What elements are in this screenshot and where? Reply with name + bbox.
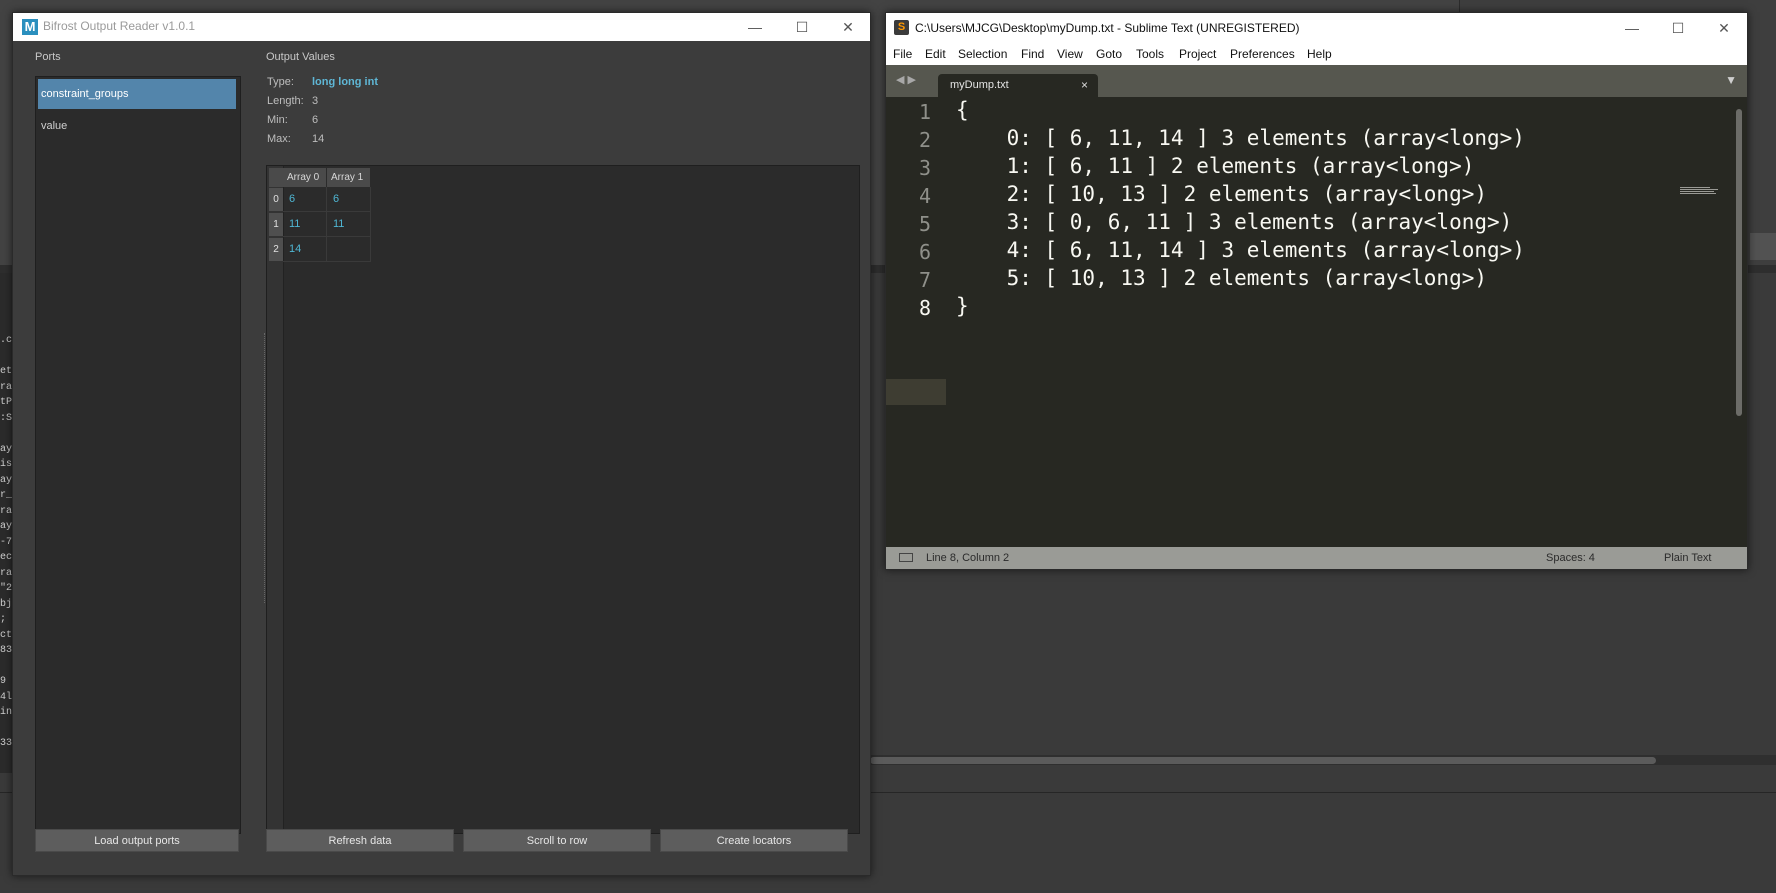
port-item-value[interactable]: value	[38, 111, 236, 141]
window-title: C:\Users\MJCG\Desktop\myDump.txt - Subli…	[915, 21, 1300, 35]
tab-nav-arrows-icon[interactable]: ◀ ▶	[896, 73, 916, 86]
output-values-label: Output Values	[266, 51, 335, 63]
menu-edit[interactable]: Edit	[925, 43, 946, 65]
close-button[interactable]: ✕	[825, 13, 871, 41]
length-value: 3	[312, 95, 319, 107]
create-locators-button[interactable]: Create locators	[660, 829, 848, 852]
tab-bar: ◀ ▶ myDump.txt × ▼	[886, 65, 1747, 97]
table-corner[interactable]	[269, 168, 283, 187]
code-line: 5: [ 10, 13 ] 2 elements (array<long>)	[956, 266, 1488, 290]
code-line: 0: [ 6, 11, 14 ] 3 elements (array<long>…	[956, 126, 1525, 150]
column-header-array-1[interactable]: Array 1	[327, 168, 371, 187]
load-output-ports-button[interactable]: Load output ports	[35, 829, 239, 852]
code-line: 3: [ 0, 6, 11 ] 3 elements (array<long>)	[956, 210, 1513, 234]
ports-list[interactable]: constraint_groups value	[35, 76, 241, 834]
window-title: Bifrost Output Reader v1.0.1	[43, 19, 196, 33]
cursor-position: Line 8, Column 2	[926, 552, 1010, 564]
table-cell[interactable]: 11	[327, 212, 371, 237]
row-header-0[interactable]: 0	[269, 188, 283, 211]
line-number: 5	[918, 212, 931, 236]
tab-dropdown-icon[interactable]: ▼	[1725, 73, 1737, 87]
minimap[interactable]	[1680, 186, 1718, 200]
menu-file[interactable]: File	[893, 43, 912, 65]
line-number: 3	[918, 156, 931, 180]
sublime-logo-icon: S	[894, 20, 909, 35]
status-bar: Line 8, Column 2 Spaces: 4 Plain Text	[886, 547, 1747, 569]
code-line: 2: [ 10, 13 ] 2 elements (array<long>)	[956, 182, 1488, 206]
ports-label: Ports	[35, 51, 61, 63]
line-number: 8	[918, 296, 931, 320]
maya-logo-icon: M	[22, 19, 38, 35]
table-cell[interactable]: 14	[283, 237, 327, 262]
vertical-scrollbar[interactable]	[1736, 109, 1742, 416]
tab-label: myDump.txt	[950, 79, 1009, 91]
syntax-status[interactable]: Plain Text	[1664, 552, 1712, 564]
min-value: 6	[312, 114, 319, 126]
min-label: Min:	[267, 114, 288, 126]
table-cell[interactable]: 11	[283, 212, 327, 237]
current-line-highlight	[886, 379, 946, 405]
table-cell[interactable]: 6	[283, 187, 327, 212]
code-line: 4: [ 6, 11, 14 ] 3 elements (array<long>…	[956, 238, 1525, 262]
code-line: {	[956, 98, 969, 122]
line-number: 7	[918, 268, 931, 292]
panel-toggle-icon[interactable]	[899, 553, 913, 562]
minimize-button[interactable]: —	[732, 13, 778, 41]
table-cell[interactable]: 6	[327, 187, 371, 212]
tab-close-icon[interactable]: ×	[1081, 74, 1088, 97]
line-number: 4	[918, 184, 931, 208]
tab-mydump[interactable]: myDump.txt ×	[938, 74, 1098, 97]
type-value: long long int	[312, 76, 378, 88]
menu-preferences[interactable]: Preferences	[1230, 43, 1295, 65]
code-line: 1: [ 6, 11 ] 2 elements (array<long>)	[956, 154, 1475, 178]
sublime-text-window: S C:\Users\MJCG\Desktop\myDump.txt - Sub…	[885, 12, 1748, 570]
line-number: 2	[918, 128, 931, 152]
background-widget	[1750, 233, 1776, 260]
menu-bar: File Edit Selection Find View Goto Tools…	[886, 43, 1747, 65]
maximize-button[interactable]: ☐	[1655, 13, 1701, 43]
length-label: Length:	[267, 95, 304, 107]
column-header-array-0[interactable]: Array 0	[283, 168, 327, 187]
indentation-status[interactable]: Spaces: 4	[1546, 552, 1595, 564]
output-values-table[interactable]: Array 0 Array 1 0 1 2 6 6 11 11 14	[266, 165, 860, 834]
max-value: 14	[312, 133, 325, 145]
max-label: Max:	[267, 133, 291, 145]
menu-goto[interactable]: Goto	[1096, 43, 1122, 65]
menu-find[interactable]: Find	[1021, 43, 1044, 65]
line-number: 6	[918, 240, 931, 264]
menu-view[interactable]: View	[1057, 43, 1083, 65]
code-line: }	[956, 294, 969, 318]
background-scrollbar[interactable]	[870, 757, 1656, 764]
minimize-button[interactable]: —	[1609, 13, 1655, 43]
menu-selection[interactable]: Selection	[958, 43, 1007, 65]
table-cell[interactable]	[327, 237, 371, 262]
bifrost-title-bar[interactable]: M Bifrost Output Reader v1.0.1 — ☐ ✕	[13, 13, 870, 41]
scroll-to-row-button[interactable]: Scroll to row	[463, 829, 651, 852]
menu-project[interactable]: Project	[1179, 43, 1216, 65]
close-button[interactable]: ✕	[1701, 13, 1747, 43]
menu-tools[interactable]: Tools	[1136, 43, 1164, 65]
port-item-constraint-groups[interactable]: constraint_groups	[38, 79, 236, 109]
line-number: 1	[918, 100, 931, 124]
menu-help[interactable]: Help	[1307, 43, 1332, 65]
row-header-2[interactable]: 2	[269, 238, 283, 261]
row-header-column	[267, 166, 284, 833]
maximize-button[interactable]: ☐	[779, 13, 825, 41]
editor-area[interactable]: 1 2 3 4 5 6 7 8 { 0: [ 6, 11, 14 ] 3 ele…	[886, 97, 1747, 547]
row-header-1[interactable]: 1	[269, 213, 283, 236]
sublime-title-bar[interactable]: S C:\Users\MJCG\Desktop\myDump.txt - Sub…	[886, 13, 1747, 43]
bifrost-output-reader-window: M Bifrost Output Reader v1.0.1 — ☐ ✕ Por…	[12, 12, 871, 876]
type-label: Type:	[267, 76, 294, 88]
refresh-data-button[interactable]: Refresh data	[266, 829, 454, 852]
